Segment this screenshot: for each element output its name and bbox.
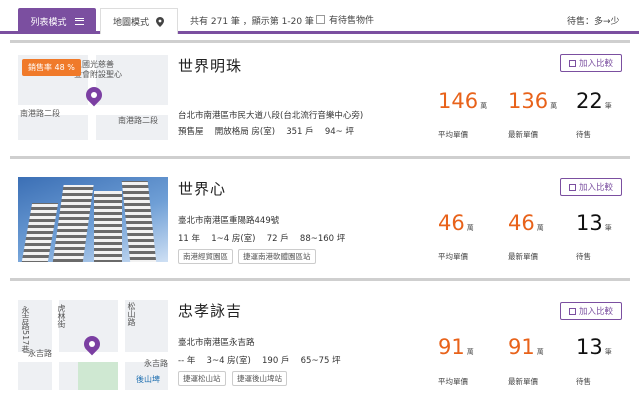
for-sale-unit: 筆 <box>604 102 612 110</box>
avg-price-unit: 萬 <box>466 348 474 356</box>
map-label: 永吉路517巷 <box>21 306 30 354</box>
latest-price-value: 91 <box>508 335 535 359</box>
add-compare-button[interactable]: 加入比較 <box>560 178 622 196</box>
listing-address: 臺北市南港區重陽路449號 <box>178 216 280 226</box>
listing-row[interactable]: 虎林街 永吉路517巷 松山路 永吉路 永吉路 後山埤 忠孝詠吉 臺北市南港區永… <box>0 282 639 402</box>
avg-price-label: 平均單價 <box>438 130 468 139</box>
map-label: 金會附設聖心 <box>74 70 122 79</box>
for-sale-value: 13 <box>576 211 603 235</box>
for-sale-stat: 22 筆 <box>576 90 612 112</box>
listing-title[interactable]: 忠孝詠吉 <box>178 300 242 321</box>
result-summary: 共有 271 筆 ，顯示第 1-20 筆 <box>190 17 314 27</box>
latest-price-stat: 136 萬 <box>508 90 557 112</box>
for-sale-label: 待售 <box>576 130 591 139</box>
map-label: 南港路二段 <box>118 116 158 125</box>
location-tag[interactable]: 南港經貿園區 <box>178 249 233 264</box>
location-tag[interactable]: 捷運後山埤站 <box>232 371 287 386</box>
avg-price-stat: 91 萬 <box>438 336 474 358</box>
avg-price-label: 平均單價 <box>438 252 468 261</box>
listing-address: 臺北市南港區永吉路 <box>178 338 255 348</box>
for-sale-value: 22 <box>576 89 603 113</box>
add-compare-label: 加入比較 <box>578 307 613 317</box>
latest-price-unit: 萬 <box>550 102 558 110</box>
checkbox-icon <box>568 307 576 315</box>
map-label: 南港路二段 <box>20 109 60 118</box>
listing-row[interactable]: 世界心 臺北市南港區重陽路449號 11 年 1~4 房(室) 72 戶 88~… <box>0 160 639 280</box>
avg-price-unit: 萬 <box>480 102 488 110</box>
latest-price-stat: 46 萬 <box>508 212 544 234</box>
add-compare-button[interactable]: 加入比較 <box>560 302 622 320</box>
listing-meta: 11 年 1~4 房(室) 72 戶 88~160 坪 <box>178 234 346 244</box>
listing-row[interactable]: 法人國光慈善 金會附設聖心 南港路二段 南港路二段 銷售率 48 % 世界明珠 … <box>0 43 639 163</box>
map-label: 松山路 <box>127 302 136 326</box>
tab-list-mode[interactable]: 列表模式 <box>18 8 96 34</box>
avg-price-value: 146 <box>438 89 479 113</box>
listing-address: 台北市南港區市民大道八段(台北流行音樂中心旁) <box>178 111 364 121</box>
map-marker-icon <box>156 16 164 27</box>
map-label: 虎林街 <box>57 304 66 328</box>
for-sale-filter[interactable]: 有待售物件 <box>316 13 374 26</box>
latest-price-label: 最新單價 <box>508 377 538 386</box>
avg-price-stat: 46 萬 <box>438 212 474 234</box>
listing-photo[interactable] <box>18 177 168 262</box>
for-sale-label: 待售 <box>576 252 591 261</box>
map-label: 後山埤 <box>136 375 160 384</box>
latest-price-value: 136 <box>508 89 549 113</box>
latest-price-stat: 91 萬 <box>508 336 544 358</box>
sales-rate-badge: 銷售率 48 % <box>22 59 81 76</box>
avg-price-value: 46 <box>438 211 465 235</box>
for-sale-unit: 筆 <box>604 224 612 232</box>
latest-price-label: 最新單價 <box>508 252 538 261</box>
latest-price-unit: 萬 <box>536 224 544 232</box>
row-divider <box>10 278 630 281</box>
for-sale-unit: 筆 <box>604 348 612 356</box>
for-sale-checkbox-label: 有待售物件 <box>329 16 375 26</box>
avg-price-stat: 146 萬 <box>438 90 487 112</box>
avg-price-value: 91 <box>438 335 465 359</box>
latest-price-value: 46 <box>508 211 535 235</box>
for-sale-checkbox[interactable] <box>316 15 325 24</box>
avg-price-unit: 萬 <box>466 224 474 232</box>
listing-meta: -- 年 3~4 房(室) 190 戶 65~75 坪 <box>178 356 341 366</box>
tab-map-mode[interactable]: 地圖模式 <box>100 8 178 34</box>
sort-selector[interactable]: 待售：多→少 <box>567 14 620 27</box>
location-tag[interactable]: 捷運松山站 <box>178 371 226 386</box>
list-icon <box>74 17 84 25</box>
checkbox-icon <box>568 59 576 67</box>
for-sale-stat: 13 筆 <box>576 212 612 234</box>
latest-price-label: 最新單價 <box>508 130 538 139</box>
row-divider <box>10 156 630 159</box>
for-sale-stat: 13 筆 <box>576 336 612 358</box>
latest-price-unit: 萬 <box>536 348 544 356</box>
view-toolbar: 列表模式 地圖模式 共有 271 筆 ，顯示第 1-20 筆 有待售物件 待售：… <box>0 0 639 34</box>
avg-price-label: 平均單價 <box>438 377 468 386</box>
map-label: 永吉路 <box>28 349 52 358</box>
checkbox-icon <box>568 183 576 191</box>
listing-title[interactable]: 世界心 <box>178 178 226 199</box>
add-compare-label: 加入比較 <box>578 183 613 193</box>
map-label: 永吉路 <box>144 359 168 368</box>
listing-map-thumbnail[interactable]: 虎林街 永吉路517巷 松山路 永吉路 永吉路 後山埤 <box>18 300 168 390</box>
for-sale-label: 待售 <box>576 377 591 386</box>
for-sale-value: 13 <box>576 335 603 359</box>
listing-title[interactable]: 世界明珠 <box>178 55 242 76</box>
tab-list-label: 列表模式 <box>30 17 67 28</box>
listing-map-thumbnail[interactable]: 法人國光慈善 金會附設聖心 南港路二段 南港路二段 銷售率 48 % <box>18 55 168 140</box>
location-pin-icon <box>82 83 106 107</box>
listing-meta: 預售屋 開放格局 房(室) 351 戶 94~ 坪 <box>178 127 355 137</box>
location-tag[interactable]: 捷運南港軟體園區站 <box>238 249 316 264</box>
add-compare-label: 加入比較 <box>578 59 613 69</box>
tab-map-label: 地圖模式 <box>112 18 149 28</box>
add-compare-button[interactable]: 加入比較 <box>560 54 622 72</box>
